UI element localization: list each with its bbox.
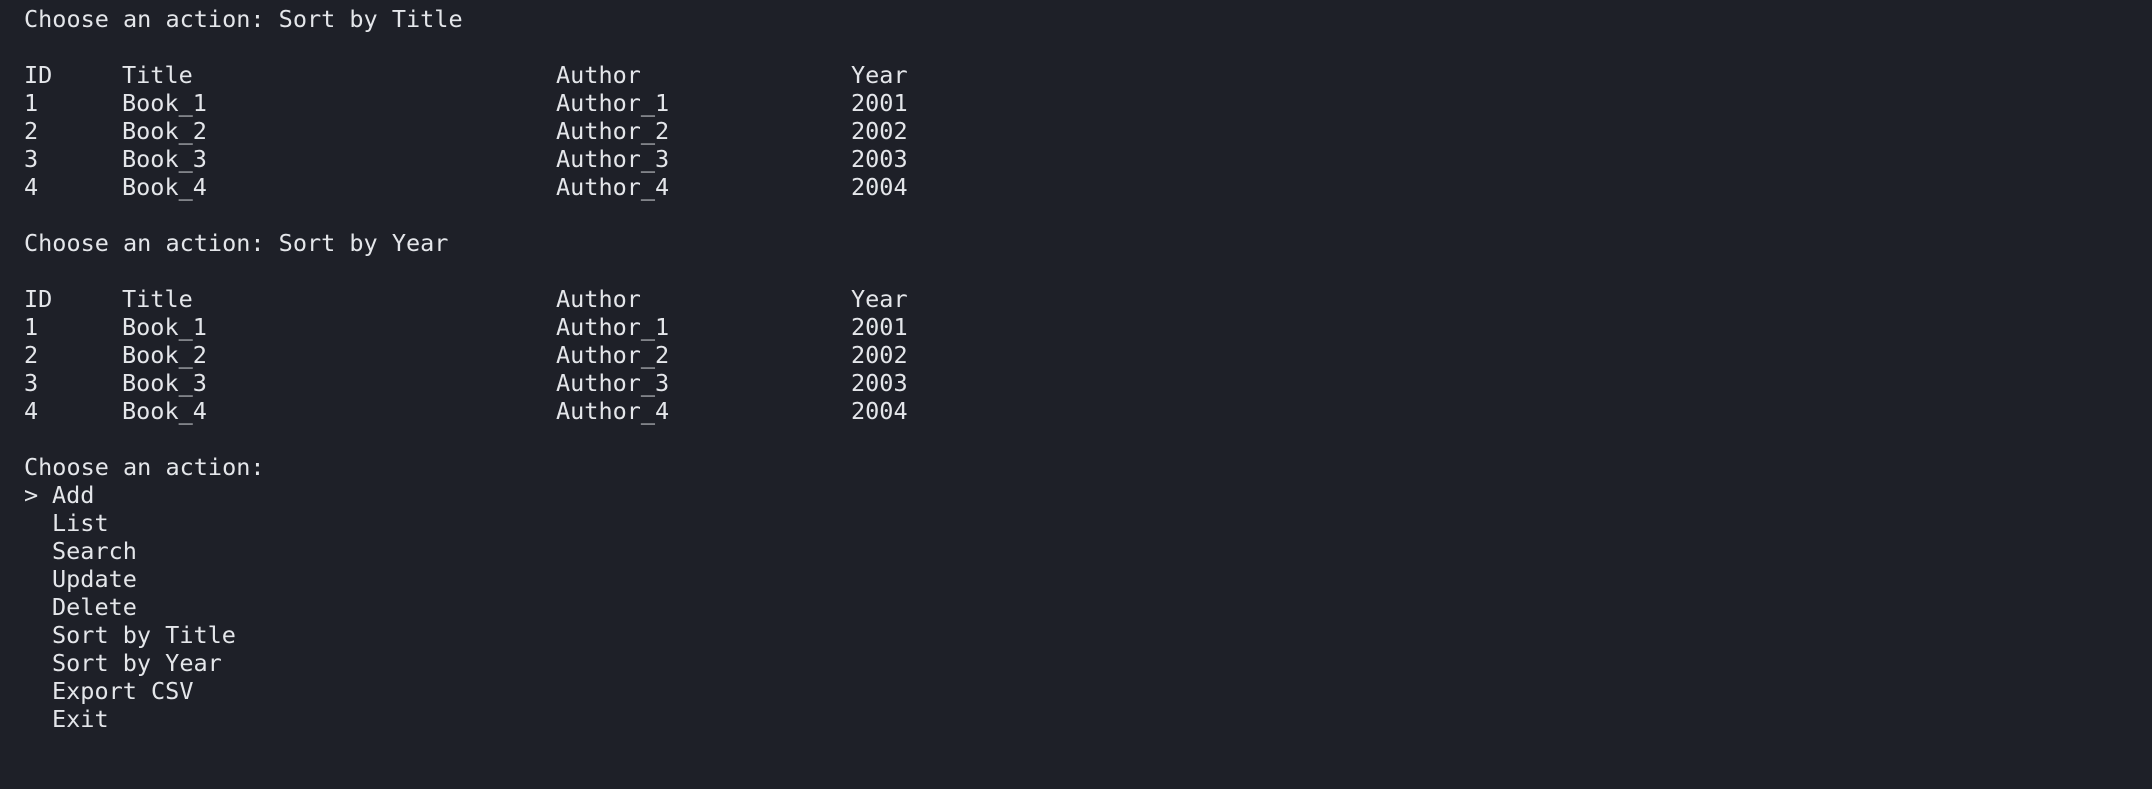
cell-author: Author_4 (556, 397, 670, 425)
cell-id: 3 (24, 369, 39, 397)
cell-year: 2004 (851, 397, 908, 425)
cell-title: Book_1 (122, 313, 207, 341)
menu-item-label: Search (52, 537, 137, 565)
cell-id: 2 (24, 341, 39, 369)
menu-item-label: Sort by Year (52, 649, 222, 677)
header-year: Year (851, 285, 908, 313)
cell-author: Author_3 (556, 145, 670, 173)
cell-year: 2004 (851, 173, 908, 201)
menu-item-label: Add (52, 481, 95, 509)
header-author: Author (556, 285, 641, 313)
cell-title: Book_3 (122, 369, 207, 397)
cell-id: 2 (24, 117, 39, 145)
cell-id: 4 (24, 173, 39, 201)
selection-cursor: > (24, 481, 39, 509)
cell-author: Author_1 (556, 89, 670, 117)
menu-item-list[interactable]: List (24, 509, 2124, 537)
cell-id: 1 (24, 313, 39, 341)
header-title: Title (122, 285, 193, 313)
menu-item-export-csv[interactable]: Export CSV (24, 677, 2124, 705)
table-row: 2 Book_2 Author_2 2002 (24, 117, 2124, 145)
terminal-output: Choose an action: Sort by Title ID Title… (24, 5, 2124, 733)
cell-year: 2002 (851, 117, 908, 145)
cell-title: Book_2 (122, 117, 207, 145)
menu-item-sort-by-title[interactable]: Sort by Title (24, 621, 2124, 649)
menu-item-label: Exit (52, 705, 109, 733)
header-id: ID (24, 61, 53, 89)
menu-item-delete[interactable]: Delete (24, 593, 2124, 621)
cell-title: Book_4 (122, 173, 207, 201)
menu-item-label: Export CSV (52, 677, 194, 705)
menu-item-exit[interactable]: Exit (24, 705, 2124, 733)
cell-year: 2003 (851, 145, 908, 173)
menu-item-label: List (52, 509, 109, 537)
menu-item-update[interactable]: Update (24, 565, 2124, 593)
menu-item-sort-by-year[interactable]: Sort by Year (24, 649, 2124, 677)
cell-author: Author_1 (556, 313, 670, 341)
header-year: Year (851, 61, 908, 89)
header-id: ID (24, 285, 53, 313)
menu-item-add[interactable]: > Add (24, 481, 2124, 509)
cell-id: 3 (24, 145, 39, 173)
cell-author: Author_4 (556, 173, 670, 201)
table-row: 2 Book_2 Author_2 2002 (24, 341, 2124, 369)
table-row: 1 Book_1 Author_1 2001 (24, 313, 2124, 341)
cell-author: Author_2 (556, 117, 670, 145)
table-row: 4 Book_4 Author_4 2004 (24, 173, 2124, 201)
table-header: ID Title Author Year (24, 61, 2124, 89)
menu-item-label: Sort by Title (52, 621, 236, 649)
menu-item-label: Update (52, 565, 137, 593)
cell-title: Book_1 (122, 89, 207, 117)
table-row: 3 Book_3 Author_3 2003 (24, 369, 2124, 397)
cell-author: Author_3 (556, 369, 670, 397)
cell-title: Book_3 (122, 145, 207, 173)
cell-id: 4 (24, 397, 39, 425)
table-header: ID Title Author Year (24, 285, 2124, 313)
menu-prompt: Choose an action: (24, 453, 265, 481)
header-author: Author (556, 61, 641, 89)
table-row: 3 Book_3 Author_3 2003 (24, 145, 2124, 173)
command-prompt-line: Choose an action: Sort by Year (24, 229, 449, 257)
menu-item-label: Delete (52, 593, 137, 621)
cell-year: 2001 (851, 89, 908, 117)
table-row: 1 Book_1 Author_1 2001 (24, 89, 2124, 117)
cell-author: Author_2 (556, 341, 670, 369)
cell-id: 1 (24, 89, 39, 117)
header-title: Title (122, 61, 193, 89)
cell-year: 2001 (851, 313, 908, 341)
command-prompt-line: Choose an action: Sort by Title (24, 5, 463, 33)
cell-year: 2003 (851, 369, 908, 397)
cell-title: Book_4 (122, 397, 207, 425)
cell-title: Book_2 (122, 341, 207, 369)
cell-year: 2002 (851, 341, 908, 369)
table-row: 4 Book_4 Author_4 2004 (24, 397, 2124, 425)
menu-item-search[interactable]: Search (24, 537, 2124, 565)
